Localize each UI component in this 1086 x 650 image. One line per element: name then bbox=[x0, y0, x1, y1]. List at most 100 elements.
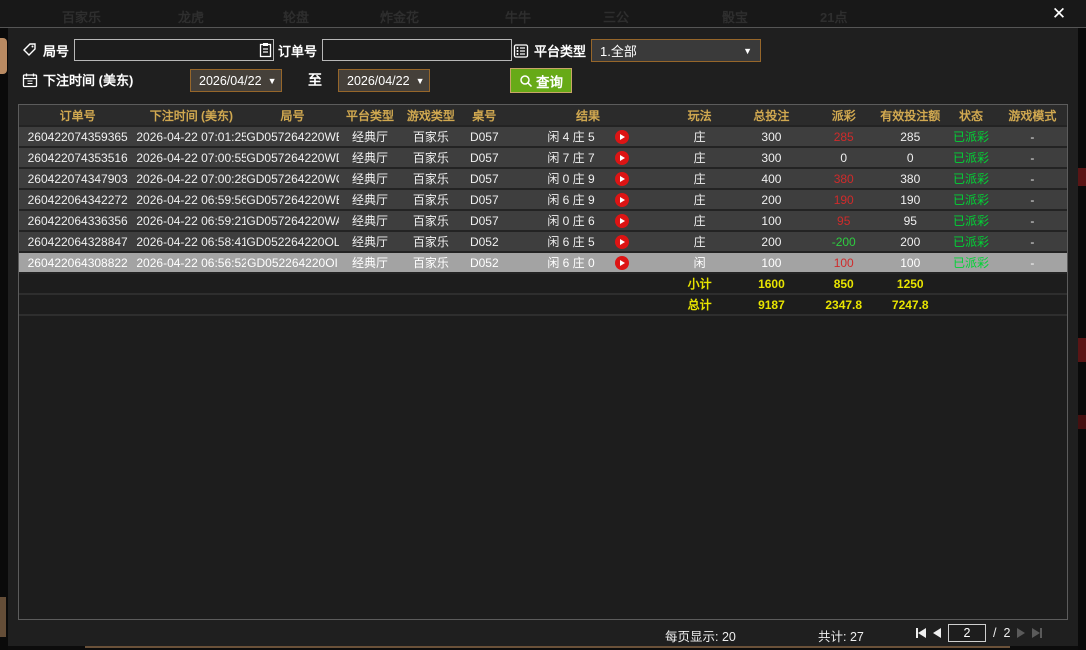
platform-type-dropdown[interactable]: 1.全部 ▼ bbox=[591, 39, 761, 62]
page-separator: / bbox=[993, 626, 996, 640]
cell-platform: 经典厅 bbox=[339, 231, 402, 252]
col-payout: 派彩 bbox=[811, 105, 876, 126]
cell-game-type: 百家乐 bbox=[402, 210, 461, 231]
cell-play: 庄 bbox=[668, 231, 732, 252]
play-icon[interactable] bbox=[615, 130, 629, 144]
cell-bet-time: 2026-04-22 06:59:56 bbox=[136, 189, 246, 210]
play-icon[interactable] bbox=[615, 256, 629, 270]
cell-game-mode: - bbox=[998, 252, 1067, 273]
cell-game-type: 百家乐 bbox=[402, 252, 461, 273]
previous-page-icon[interactable] bbox=[933, 623, 941, 643]
cell-payout: 0 bbox=[811, 147, 876, 168]
cell-payout: 285 bbox=[811, 126, 876, 147]
table-header-row: 订单号 下注时间 (美东) 局号 平台类型 游戏类型 桌号 结果 玩法 总投注 … bbox=[19, 105, 1067, 126]
cell-game-mode: - bbox=[998, 126, 1067, 147]
bg-menu-niuniu: 牛牛 bbox=[505, 7, 531, 26]
result-text: 闲 6 庄 5 bbox=[547, 233, 594, 250]
cell-status: 已派彩 bbox=[944, 210, 997, 231]
cell-status: 已派彩 bbox=[944, 126, 997, 147]
background-fragment bbox=[1078, 338, 1086, 362]
cell-game-mode: - bbox=[998, 231, 1067, 252]
table-row[interactable]: 260422064342272 2026-04-22 06:59:56 GD05… bbox=[19, 189, 1067, 210]
cell-order-number: 260422064336356 bbox=[19, 210, 136, 231]
cell-round-number: GD057264220WE bbox=[246, 126, 338, 147]
play-icon[interactable] bbox=[615, 172, 629, 186]
play-icon[interactable] bbox=[615, 151, 629, 165]
cell-order-number: 260422064342272 bbox=[19, 189, 136, 210]
background-fragment bbox=[1078, 168, 1086, 186]
cell-game-mode: - bbox=[998, 189, 1067, 210]
result-text: 闲 4 庄 5 bbox=[547, 128, 594, 145]
background-bottom-line bbox=[85, 646, 1010, 648]
table-row[interactable]: 260422074347903 2026-04-22 07:00:28 GD05… bbox=[19, 168, 1067, 189]
cell-valid-bet: 380 bbox=[876, 168, 944, 189]
col-valid-bet: 有效投注额 bbox=[876, 105, 944, 126]
cell-result: 闲 0 庄 6 bbox=[508, 210, 667, 231]
cell-table-no: D057 bbox=[460, 189, 508, 210]
order-number-input[interactable] bbox=[322, 39, 512, 61]
close-icon[interactable]: ✕ bbox=[1048, 3, 1070, 25]
cell-play: 庄 bbox=[668, 126, 732, 147]
next-page-icon[interactable] bbox=[1017, 623, 1025, 643]
cell-payout: 190 bbox=[811, 189, 876, 210]
play-icon[interactable] bbox=[615, 214, 629, 228]
cell-valid-bet: 100 bbox=[876, 252, 944, 273]
cell-bet-time: 2026-04-22 07:00:55 bbox=[136, 147, 246, 168]
col-bet-time: 下注时间 (美东) bbox=[136, 105, 246, 126]
cell-game-mode: - bbox=[998, 147, 1067, 168]
cell-order-number: 260422074359365 bbox=[19, 126, 136, 147]
date-from-picker[interactable]: 2026/04/22 ▼ bbox=[190, 69, 282, 92]
cell-bet-time: 2026-04-22 06:59:21 bbox=[136, 210, 246, 231]
first-page-icon[interactable] bbox=[916, 623, 926, 643]
table-row[interactable]: 260422064308822 2026-04-22 06:56:52 GD05… bbox=[19, 252, 1067, 273]
cell-game-type: 百家乐 bbox=[402, 168, 461, 189]
bg-menu-sicbo: 骰宝 bbox=[722, 7, 748, 26]
list-icon bbox=[513, 43, 529, 59]
date-to-picker[interactable]: 2026/04/22 ▼ bbox=[338, 69, 430, 92]
cell-play: 庄 bbox=[668, 210, 732, 231]
result-text: 闲 6 庄 9 bbox=[547, 191, 594, 208]
cell-result: 闲 6 庄 9 bbox=[508, 189, 667, 210]
cell-order-number: 260422074353516 bbox=[19, 147, 136, 168]
background-left-edge bbox=[0, 28, 8, 650]
cell-bet-time: 2026-04-22 07:01:25 bbox=[136, 126, 246, 147]
platform-type-label: 平台类型 bbox=[534, 41, 586, 60]
current-page-input[interactable]: 2 bbox=[948, 624, 986, 642]
col-order: 订单号 bbox=[19, 105, 136, 126]
cell-status: 已派彩 bbox=[944, 147, 997, 168]
col-result: 结果 bbox=[508, 105, 667, 126]
grand-total-label: 总计 bbox=[668, 294, 732, 315]
clipboard-icon bbox=[258, 42, 273, 58]
table-row[interactable]: 260422074359365 2026-04-22 07:01:25 GD05… bbox=[19, 126, 1067, 147]
screen: 百家乐 龙虎 轮盘 炸金花 牛牛 三公 骰宝 21点 ✕ 局号 bbox=[0, 0, 1086, 650]
background-fragment bbox=[1078, 415, 1086, 429]
calendar-icon bbox=[22, 72, 38, 88]
bg-menu-roulette: 轮盘 bbox=[283, 7, 309, 26]
col-platform: 平台类型 bbox=[339, 105, 402, 126]
bet-time-label: 下注时间 (美东) bbox=[43, 70, 133, 89]
table-row[interactable]: 260422064328847 2026-04-22 06:58:41 GD05… bbox=[19, 231, 1067, 252]
chevron-down-icon: ▼ bbox=[268, 76, 277, 86]
last-page-icon[interactable] bbox=[1032, 623, 1042, 643]
cell-total-bet: 200 bbox=[732, 189, 812, 210]
cell-payout: -200 bbox=[811, 231, 876, 252]
result-text: 闲 6 庄 0 bbox=[547, 254, 594, 271]
table-row[interactable]: 260422064336356 2026-04-22 06:59:21 GD05… bbox=[19, 210, 1067, 231]
cell-payout: 100 bbox=[811, 252, 876, 273]
total-pages-label: 2 bbox=[1003, 626, 1010, 640]
pagination-bar: 每页显示: 20 共计: 27 2 / 2 bbox=[8, 622, 1078, 646]
cell-order-number: 260422064328847 bbox=[19, 231, 136, 252]
bet-records-dialog: 局号 订单号 平台类型 1.全部 ▼ bbox=[8, 28, 1078, 646]
play-icon[interactable] bbox=[615, 235, 629, 249]
col-table-no: 桌号 bbox=[460, 105, 508, 126]
cell-total-bet: 300 bbox=[732, 126, 812, 147]
cell-total-bet: 200 bbox=[732, 231, 812, 252]
cell-platform: 经典厅 bbox=[339, 147, 402, 168]
cell-platform: 经典厅 bbox=[339, 168, 402, 189]
cell-round-number: GD057264220WC bbox=[246, 168, 338, 189]
play-icon[interactable] bbox=[615, 193, 629, 207]
round-number-input[interactable] bbox=[74, 39, 274, 61]
cell-table-no: D057 bbox=[460, 168, 508, 189]
query-button[interactable]: 查询 bbox=[510, 68, 572, 93]
table-row[interactable]: 260422074353516 2026-04-22 07:00:55 GD05… bbox=[19, 147, 1067, 168]
